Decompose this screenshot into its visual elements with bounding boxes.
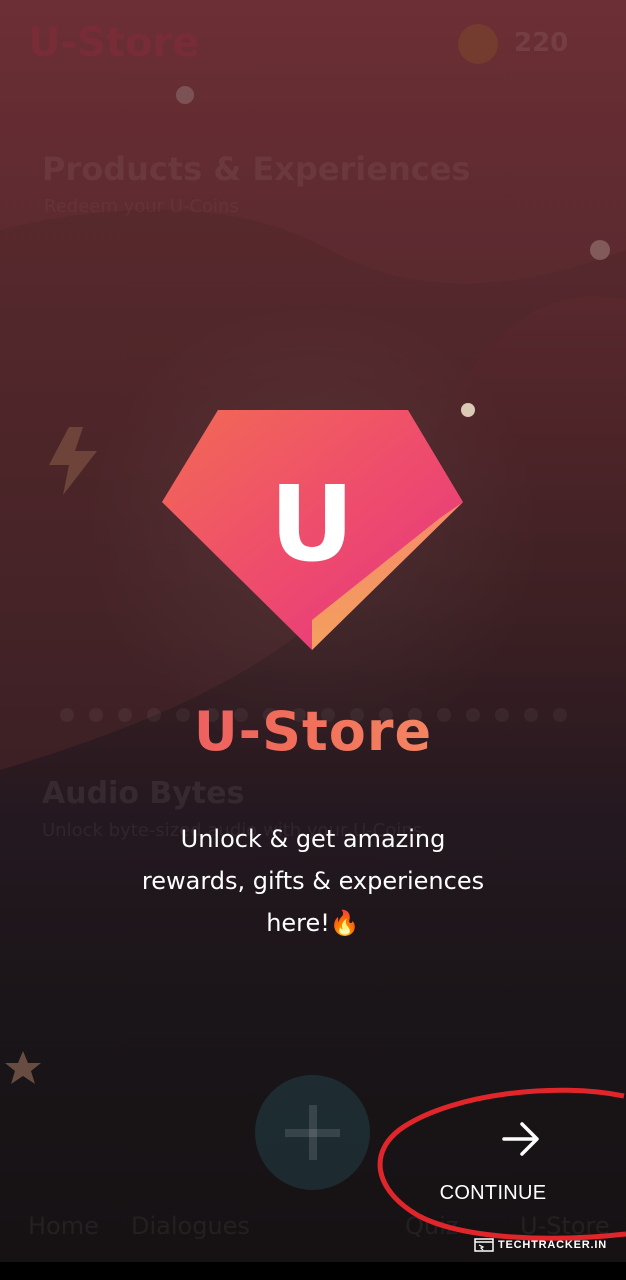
nav-dialogues: Dialogues [131,1212,250,1240]
arrow-right-icon [502,1122,539,1156]
section-title-audio: Audio Bytes [42,776,245,811]
tagline: Unlock & get amazing rewards, gifts & ex… [100,818,526,944]
onboarding-screen: U-Store 220 Products & Experiences Redee… [0,0,626,1262]
watermark: TECHTRACKER.IN [474,1238,607,1252]
logo-letter: U [270,463,354,585]
browser-icon [474,1238,494,1252]
lightning-icon [49,427,97,495]
system-bar [0,1262,626,1280]
gem-logo-icon: U [162,410,463,650]
app-title: U-Store [28,20,200,66]
tagline-line3: here!🔥 [266,909,360,937]
sparkle-dot [176,86,194,104]
watermark-text: TECHTRACKER.IN [498,1239,607,1251]
continue-button[interactable]: CONTINUE [420,1115,620,1215]
continue-label: CONTINUE [439,1182,547,1204]
plus-icon [255,1075,370,1190]
section-title-products: Products & Experiences [42,150,471,188]
nav-home: Home [28,1212,99,1240]
brand-title: U-Store [0,700,626,763]
tagline-line2: rewards, gifts & experiences [141,867,485,895]
sparkle-dot [590,240,610,260]
star-icon [5,1051,41,1084]
coin-icon [458,24,498,64]
coin-count: 220 [514,28,569,58]
tagline-line1: Unlock & get amazing [180,825,446,853]
section-subtitle-products: Redeem your U-Coins [44,196,239,217]
